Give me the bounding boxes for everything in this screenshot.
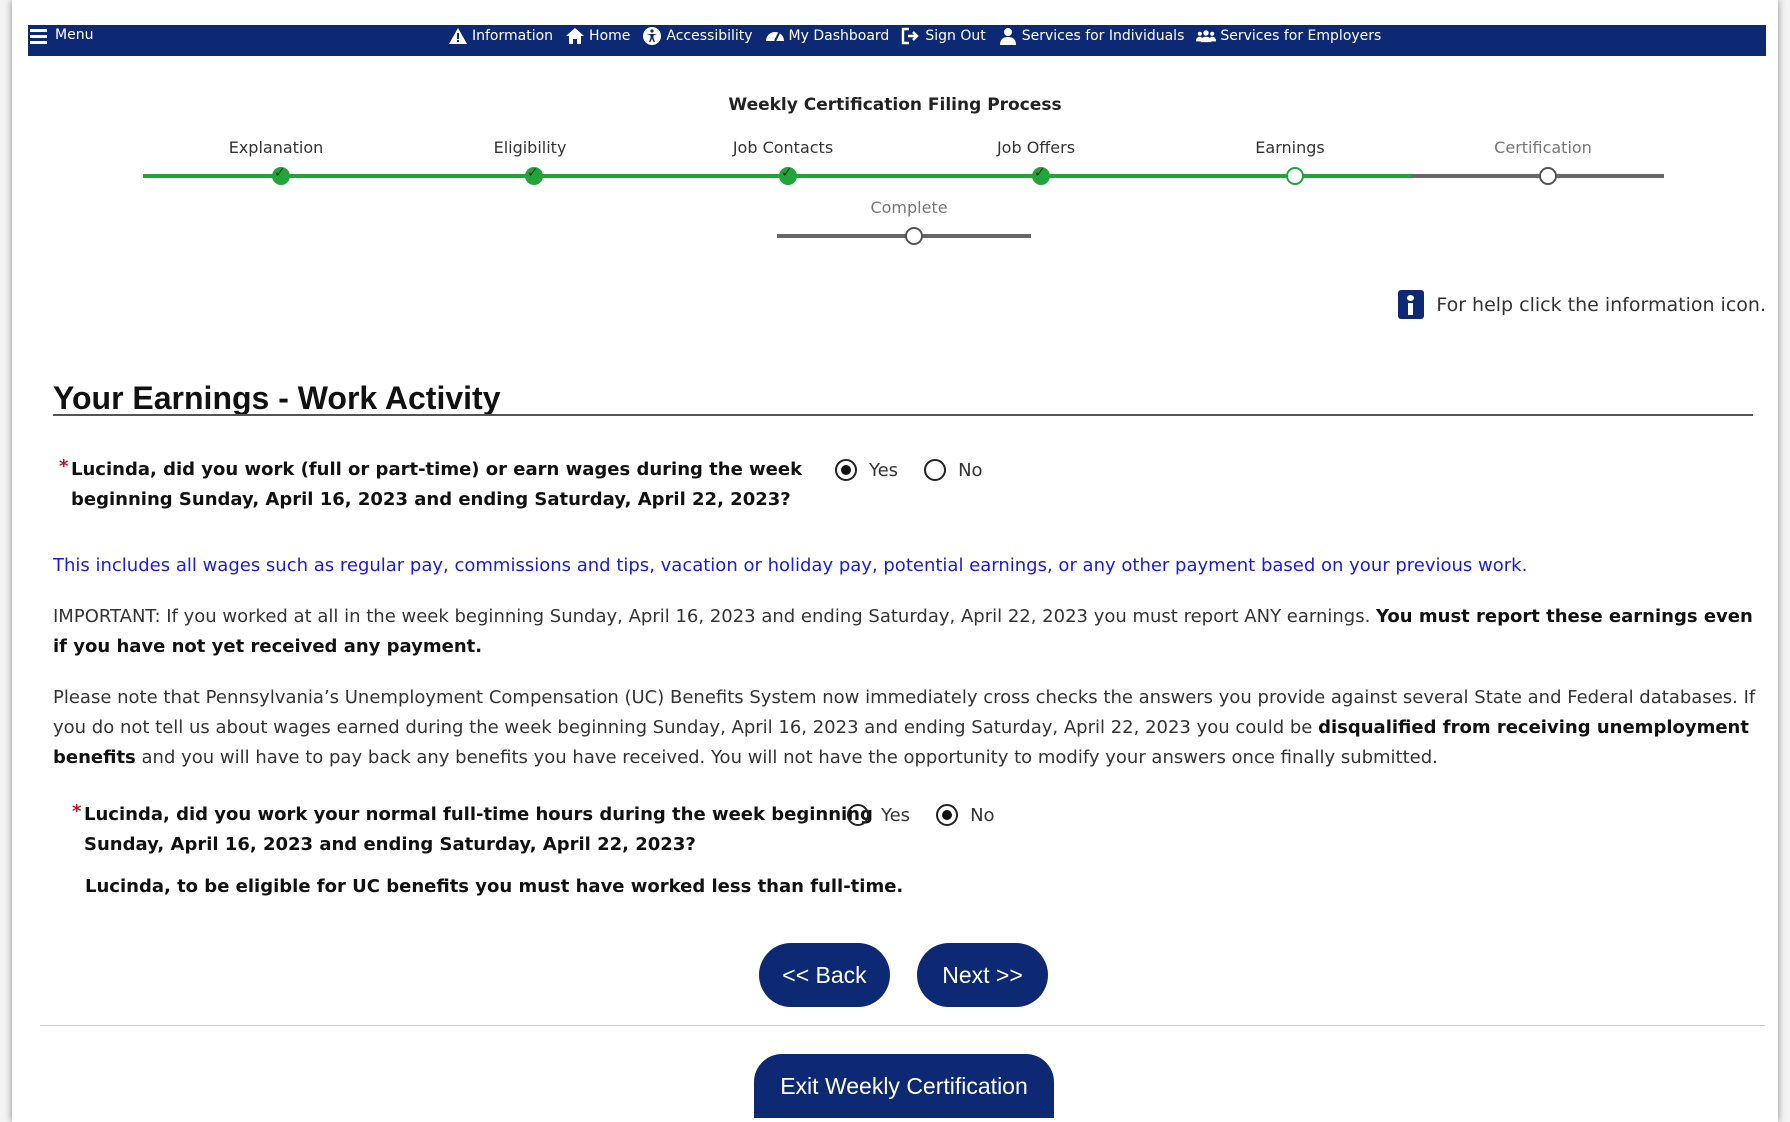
dashboard-icon [765,32,784,42]
required-marker: * [59,456,69,477]
step-node-earnings [1286,167,1304,185]
question-work-or-wages: * Lucinda, did you work (full or part-ti… [59,455,803,515]
step-node-complete [905,227,923,245]
nav-links: Information Home Accessibility My Dashbo… [448,25,1381,46]
step-label-explanation: Explanation [228,138,324,157]
nav-link-services-employers[interactable]: Services for Employers [1196,26,1381,46]
tracker-title: Weekly Certification Filing Process [728,95,1062,115]
nav-link-sign-out[interactable]: Sign Out [901,26,986,46]
question-line: Sunday, April 16, 2023 and ending Saturd… [84,834,696,855]
step-label-job-offers: Job Offers [996,138,1076,157]
wages-info-text: This includes all wages such as regular … [53,555,1528,576]
top-nav-bar: Menu Information Home Accessibility My D… [28,25,1766,56]
step-label-certification: Certification [1494,138,1592,157]
cross-check-notice: Please note that Pennsylvania’s Unemploy… [53,683,1763,773]
accessibility-icon [643,27,662,45]
radio-label-no: No [958,459,983,481]
warning-icon [449,28,467,44]
next-button[interactable]: Next >> [917,943,1048,1007]
menu-button[interactable]: Menu [28,25,93,56]
nav-link-label: Accessibility [666,28,753,44]
nav-link-label: Services for Individuals [1021,28,1185,44]
radio-label-yes: Yes [881,804,911,826]
title-divider [53,414,1753,416]
question-line: Lucinda, did you work your normal full-t… [84,804,873,825]
radio-group-full-time-hours: Yes No [847,804,1009,826]
question-line: Lucinda, did you work (full or part-time… [71,459,803,480]
step-label-job-contacts: Job Contacts [732,138,834,157]
eligibility-note: Lucinda, to be eligible for UC benefits … [85,876,904,897]
nav-link-label: Home [589,28,631,44]
nav-link-label: Sign Out [925,28,986,44]
radio-group-work-or-wages: Yes No [835,459,997,481]
nav-link-label: Services for Employers [1220,28,1382,44]
question-line: beginning Sunday, April 16, 2023 and end… [71,489,791,510]
home-icon [566,28,585,44]
notice-text-end: and you will have to pay back any benefi… [135,747,1438,768]
important-text: IMPORTANT: If you worked at all in the w… [53,606,1377,627]
nav-link-information[interactable]: Information [448,26,553,46]
progress-track-complete-row [777,234,1031,238]
nav-link-label: Information [472,28,554,44]
help-row: For help click the information icon. [1398,290,1766,319]
step-label-eligibility: Eligibility [493,138,567,157]
required-marker: * [72,801,82,822]
radio-no[interactable] [936,804,959,826]
menu-label: Menu [55,27,94,43]
step-node-explanation [272,165,290,185]
nav-link-home[interactable]: Home [565,26,630,46]
step-node-job-contacts [779,165,797,185]
back-button[interactable]: << Back [759,943,890,1007]
radio-yes[interactable] [847,804,869,826]
hamburger-icon [30,29,47,47]
bottom-divider [40,1025,1765,1026]
person-icon [999,28,1016,45]
step-label-earnings: Earnings [1255,138,1325,157]
nav-link-dashboard[interactable]: My Dashboard [765,26,890,46]
question-full-time-hours: * Lucinda, did you work your normal full… [72,800,873,860]
step-node-job-offers [1032,165,1050,185]
radio-yes[interactable] [835,459,857,481]
important-notice: IMPORTANT: If you worked at all in the w… [53,602,1763,662]
radio-label-no: No [970,804,995,826]
step-node-eligibility [525,165,543,185]
nav-link-services-individuals[interactable]: Services for Individuals [998,26,1185,46]
help-text: For help click the information icon. [1436,293,1766,316]
radio-label-yes: Yes [869,459,899,481]
progress-track-remaining [1411,174,1664,178]
nav-link-accessibility[interactable]: Accessibility [642,26,753,46]
page-title: Your Earnings - Work Activity [53,380,501,416]
nav-link-label: My Dashboard [788,28,890,44]
step-node-certification [1539,167,1557,185]
step-label-complete: Complete [870,198,948,217]
progress-track-complete [143,174,1411,178]
info-icon[interactable] [1398,290,1425,319]
group-icon [1196,30,1217,43]
exit-weekly-certification-button[interactable]: Exit Weekly Certification [754,1054,1054,1118]
sign-out-icon [902,27,920,45]
radio-no[interactable] [924,459,947,481]
